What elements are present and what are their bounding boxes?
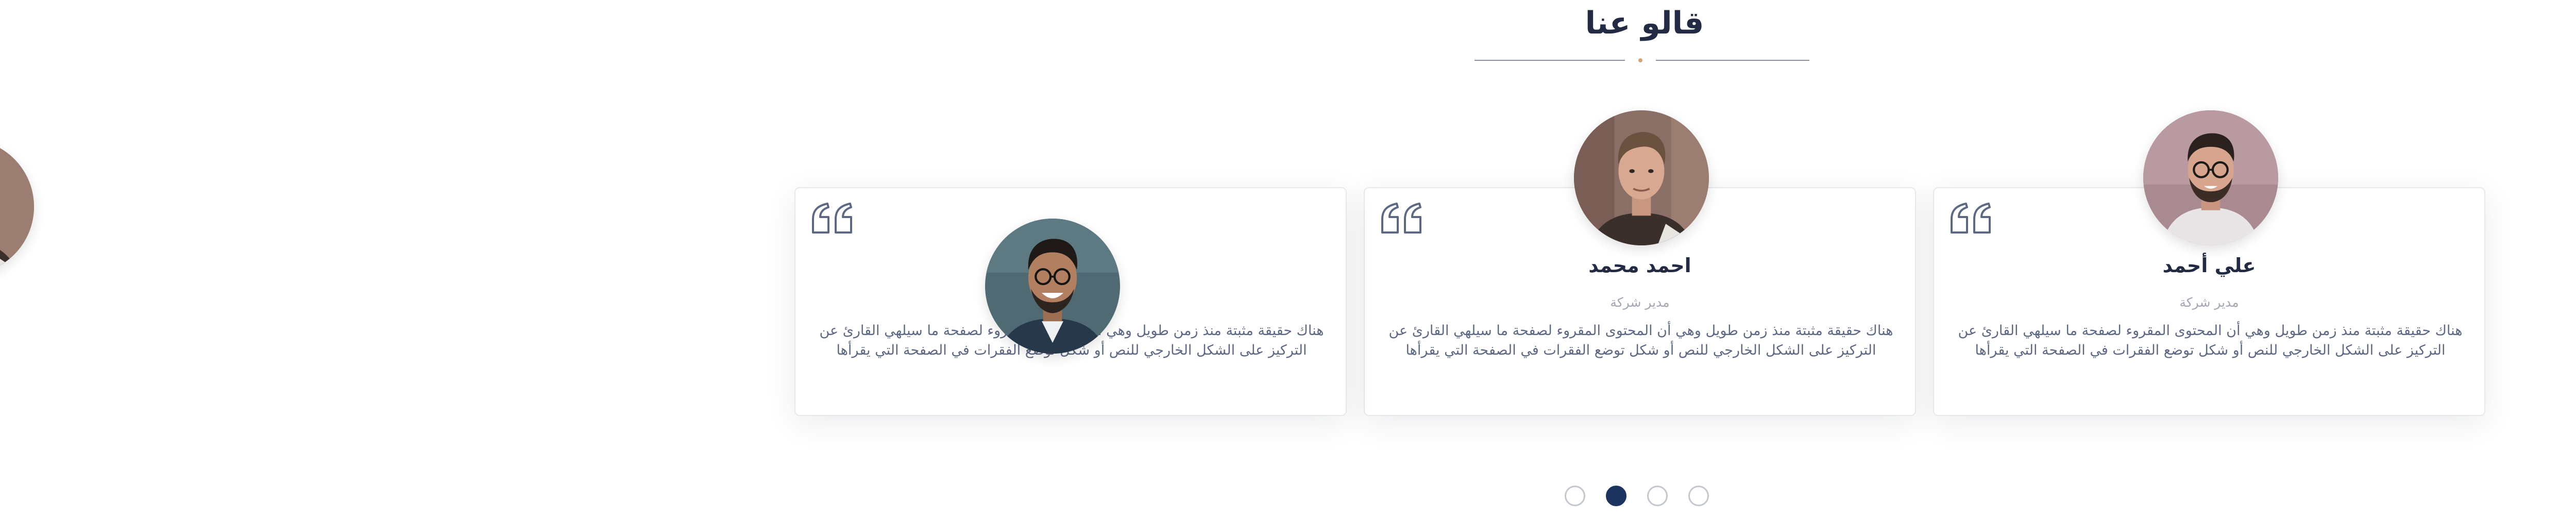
quote-icon <box>1951 203 1991 234</box>
avatar <box>1574 110 1709 245</box>
quote-icon <box>1381 203 1421 234</box>
pagination-dot-3[interactable] <box>1647 486 1668 506</box>
testimonials-section: قالو عنا علي أحمد مدير شركة هناك حقيقة م… <box>0 0 2576 532</box>
pagination-dot-2[interactable] <box>1606 486 1626 506</box>
testimonial-name: علي أحمد <box>2162 254 2256 277</box>
testimonial-text: هناك حقيقة مثبتة منذ زمن طويل وهي أن الم… <box>1388 323 1893 358</box>
pagination-dot-4[interactable] <box>1688 486 1709 506</box>
divider-line-right <box>1656 60 1809 61</box>
divider-dot <box>1638 58 1642 62</box>
testimonial-role: مدير شركة <box>1610 295 1670 310</box>
section-title: قالو عنا <box>1585 5 1704 41</box>
quote-icon <box>812 203 852 234</box>
avatar <box>2143 110 2278 245</box>
avatar <box>0 139 34 274</box>
testimonial-name: احمد محمد <box>1588 254 1691 277</box>
divider-line-left <box>1475 60 1625 61</box>
avatar <box>985 219 1120 354</box>
carousel-pagination <box>1565 486 1719 511</box>
pagination-dot-1[interactable] <box>1565 486 1585 506</box>
title-divider <box>1475 57 1809 64</box>
testimonial-role: مدير شركة <box>2179 295 2239 310</box>
testimonial-text: هناك حقيقة مثبتة منذ زمن طويل وهي أن الم… <box>1958 323 2463 358</box>
